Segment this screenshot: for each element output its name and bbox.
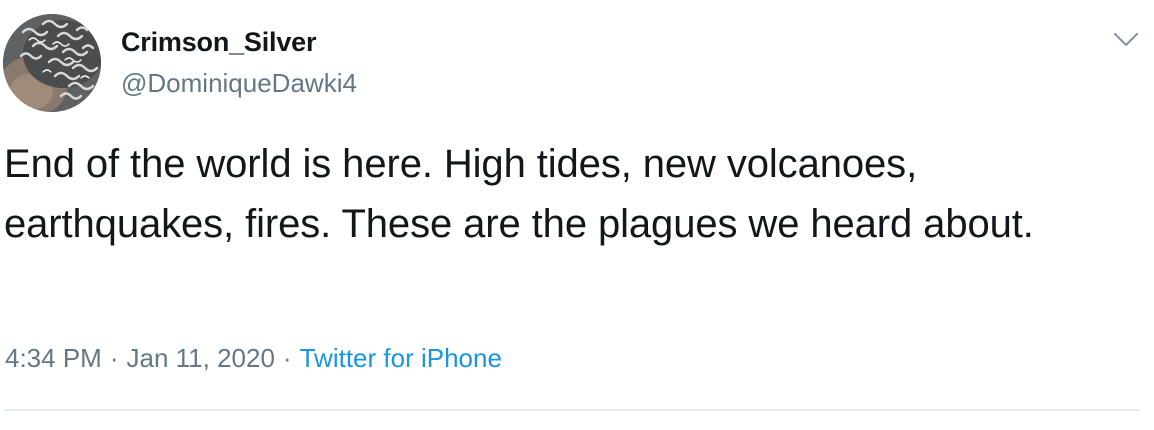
tweet-date[interactable]: Jan 11, 2020 — [127, 343, 275, 373]
user-handle[interactable]: @DominiqueDawki4 — [121, 68, 357, 99]
tweet-card: Crimson_Silver @DominiqueDawki4 End of t… — [0, 0, 1154, 430]
avatar[interactable] — [3, 14, 101, 112]
display-name[interactable]: Crimson_Silver — [121, 27, 316, 58]
chevron-down-icon — [1113, 32, 1139, 47]
divider — [4, 409, 1140, 411]
tweet-source-link[interactable]: Twitter for iPhone — [300, 343, 502, 373]
tweet-meta: 4:34 PM · Jan 11, 2020 · Twitter for iPhone — [5, 343, 502, 374]
tweet-time[interactable]: 4:34 PM — [5, 343, 102, 373]
avatar-image — [3, 14, 101, 112]
meta-separator: · — [109, 343, 119, 373]
more-options-button[interactable] — [1110, 24, 1142, 54]
meta-separator: · — [282, 343, 292, 373]
tweet-text: End of the world is here. High tides, ne… — [4, 142, 1034, 246]
